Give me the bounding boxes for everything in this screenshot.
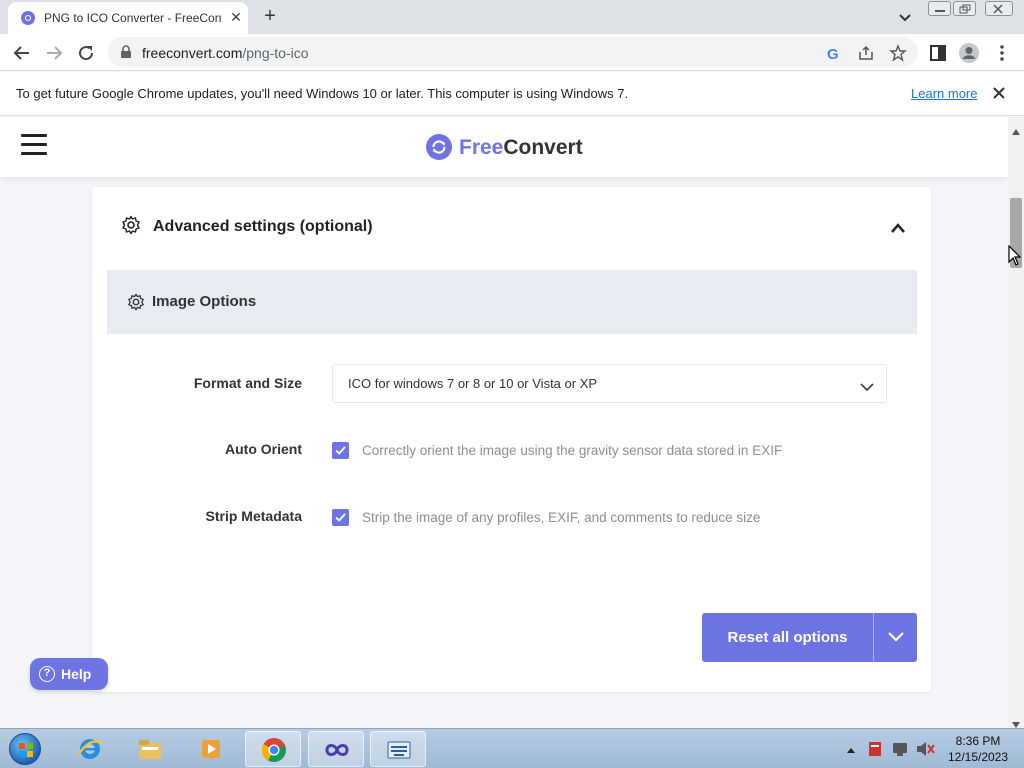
help-label: Help (61, 666, 92, 682)
infinity-app-icon[interactable] (308, 731, 364, 767)
address-bar[interactable]: freeconvert.com/png-to-ico G (108, 37, 918, 67)
site-header: FreeConvert (0, 117, 1008, 177)
file-explorer-icon[interactable] (122, 731, 178, 767)
reset-options-group: Reset all options (702, 613, 917, 662)
advanced-settings-title: Advanced settings (optional) (153, 218, 373, 235)
strip-metadata-label: Strip Metadata (205, 508, 302, 524)
infobar-close-icon[interactable] (990, 84, 1008, 102)
help-button[interactable]: ? Help (30, 658, 108, 690)
format-size-label: Format and Size (193, 375, 302, 391)
format-size-select[interactable]: ICO for windows 7 or 8 or 10 or Vista or… (332, 364, 887, 403)
bookmark-star-icon[interactable] (889, 44, 907, 62)
chrome-menu-icon[interactable] (990, 41, 1014, 65)
tab-search-icon[interactable] (894, 6, 916, 28)
auto-orient-checkbox[interactable] (332, 442, 349, 459)
image-options-title: Image Options (152, 293, 257, 310)
lock-icon[interactable] (120, 45, 132, 64)
windows-logo-icon (9, 733, 41, 765)
share-icon[interactable] (857, 44, 875, 62)
settings-card: Advanced settings (optional) Image Optio… (92, 187, 931, 692)
tab-close-icon[interactable]: ✕ (226, 7, 246, 27)
on-screen-keyboard-icon[interactable] (370, 731, 426, 767)
page-content: FreeConvert Advanced settings (optional)… (0, 117, 1008, 728)
logo-text-convert: Convert (503, 136, 583, 159)
strip-metadata-checkbox[interactable] (332, 509, 349, 526)
scroll-up-arrow-icon[interactable] (1012, 122, 1020, 140)
freeconvert-favicon-icon (21, 11, 35, 25)
new-tab-button[interactable]: + (258, 4, 282, 28)
strip-metadata-description: Strip the image of any profiles, EXIF, a… (362, 510, 761, 525)
reload-icon[interactable] (74, 41, 98, 65)
url-host: freeconvert.com (142, 45, 243, 61)
chevron-up-icon[interactable] (890, 221, 906, 239)
chevron-down-icon (860, 379, 874, 397)
media-player-icon[interactable] (183, 731, 239, 767)
start-button[interactable] (5, 731, 45, 767)
clock-date: 12/15/2023 (947, 750, 1009, 764)
windows-taskbar: 8:36 PM 12/15/2023 (0, 728, 1024, 768)
restore-button[interactable] (953, 1, 976, 16)
mouse-cursor-icon (1008, 244, 1022, 272)
page-scrollbar[interactable] (1008, 117, 1024, 728)
url-path: /png-to-ico (242, 45, 309, 61)
hamburger-menu-icon[interactable] (21, 134, 47, 158)
logo-text-free: Free (459, 136, 504, 159)
gear-icon (127, 293, 145, 316)
tab-strip: PNG to ICO Converter - FreeConvert ✕ + (0, 0, 1024, 34)
internet-explorer-icon[interactable] (62, 731, 118, 767)
chrome-icon[interactable] (245, 731, 301, 767)
browser-tab[interactable]: PNG to ICO Converter - FreeConvert ✕ (8, 2, 248, 34)
reset-dropdown-button[interactable] (874, 613, 917, 662)
forward-arrow-icon[interactable] (42, 41, 66, 65)
logo-mark-icon (426, 134, 452, 160)
logo-text: FreeConvert (459, 136, 583, 160)
advanced-settings-header[interactable]: Advanced settings (optional) (92, 187, 931, 269)
google-lens-icon[interactable]: G (825, 44, 843, 63)
browser-toolbar: freeconvert.com/png-to-ico G (0, 34, 1024, 71)
auto-orient-label: Auto Orient (225, 441, 302, 457)
update-infobar: To get future Google Chrome updates, you… (0, 72, 1024, 116)
auto-orient-description: Correctly orient the image using the gra… (362, 443, 783, 458)
help-question-icon: ? (39, 666, 55, 682)
image-options-header: Image Options (107, 270, 917, 334)
format-size-value: ICO for windows 7 or 8 or 10 or Vista or… (348, 376, 598, 391)
profile-avatar-icon[interactable] (957, 41, 981, 65)
infobar-message: To get future Google Chrome updates, you… (16, 86, 629, 101)
taskbar-clock[interactable]: 8:36 PM 12/15/2023 (940, 733, 1016, 765)
back-arrow-icon[interactable] (10, 41, 34, 65)
side-panel-icon[interactable] (926, 41, 950, 65)
tab-title: PNG to ICO Converter - FreeConvert (44, 11, 222, 25)
gear-icon (121, 215, 141, 240)
learn-more-link[interactable]: Learn more (911, 86, 977, 101)
minimize-button[interactable] (928, 1, 951, 16)
url-text: freeconvert.com/png-to-ico (142, 45, 309, 61)
clock-time: 8:36 PM (955, 734, 1001, 748)
svg-text:G: G (827, 46, 839, 62)
close-window-button[interactable] (985, 1, 1013, 16)
reset-all-options-button[interactable]: Reset all options (702, 613, 873, 662)
